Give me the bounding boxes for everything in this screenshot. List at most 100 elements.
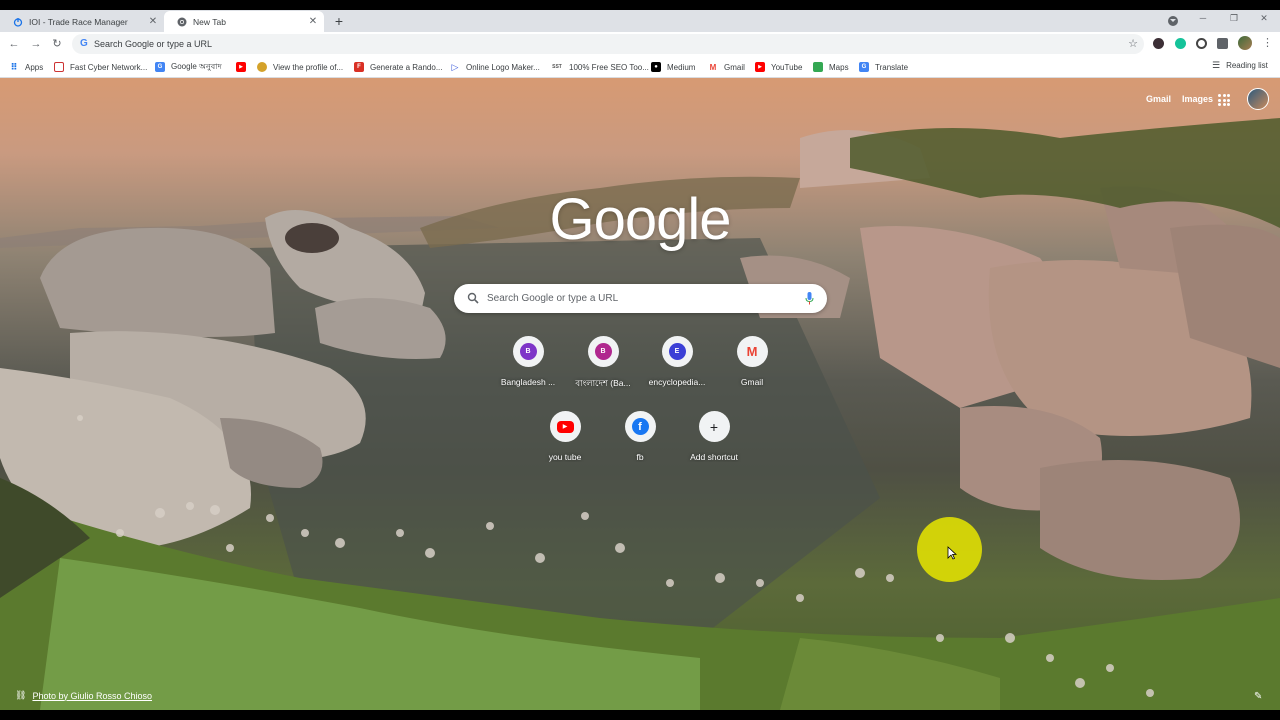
- extension-k-icon[interactable]: [1153, 38, 1164, 49]
- shortcut-fb[interactable]: f fb: [603, 411, 677, 462]
- account-avatar[interactable]: [1247, 88, 1269, 110]
- profile-avatar-icon[interactable]: [1238, 36, 1252, 50]
- logo-maker-icon: ▷: [451, 61, 459, 72]
- fcn-icon: [54, 62, 64, 72]
- images-link[interactable]: Images: [1182, 94, 1213, 104]
- profile-icon: [257, 62, 267, 72]
- search-icon: [467, 292, 479, 304]
- shortcut-tile: B: [512, 336, 544, 367]
- link-icon: ⛓: [15, 690, 27, 700]
- google-translate-icon: G: [155, 62, 165, 72]
- tab-search-icon[interactable]: [1168, 16, 1178, 26]
- bookmark-label: Generate a Rando...: [370, 62, 443, 72]
- shortcut-tile: ▶: [549, 411, 581, 442]
- chrome-menu-icon[interactable]: ⋮: [1262, 36, 1273, 49]
- bookmark-youtube-plain[interactable]: ▶: [236, 60, 252, 74]
- back-icon[interactable]: ←: [7, 36, 21, 52]
- background-photo: [0, 118, 1280, 710]
- bookmark-label: Apps: [25, 62, 44, 72]
- close-window-icon[interactable]: ✕: [1257, 13, 1271, 24]
- shortcut-add[interactable]: + Add shortcut: [677, 411, 751, 462]
- bookmark-medium[interactable]: ● Medium: [651, 60, 695, 74]
- minimize-icon[interactable]: ─: [1196, 13, 1210, 23]
- shortcut-bangladesh-bn[interactable]: B বাংলাদেশ (Ba...: [566, 336, 640, 391]
- tab-title: New Tab: [193, 16, 226, 27]
- shortcut-gmail[interactable]: M Gmail: [715, 336, 789, 387]
- forward-icon[interactable]: →: [29, 36, 43, 52]
- photo-credit[interactable]: ⛓ Photo by Giulio Rosso Chioso: [15, 690, 152, 701]
- tab-new-tab[interactable]: New Tab ✕: [164, 11, 324, 32]
- bookmark-fast-cyber-network[interactable]: Fast Cyber Network...: [54, 60, 147, 74]
- bookmark-label: Gmail: [724, 62, 745, 72]
- bookmark-gmail[interactable]: M Gmail: [708, 60, 745, 74]
- bookmark-youtube[interactable]: ▶ YouTube: [755, 60, 802, 74]
- grammarly-icon[interactable]: [1175, 38, 1186, 49]
- tab-strip: IOI - Trade Race Manager ✕ New Tab ✕ + ─…: [0, 10, 1280, 32]
- plus-icon: +: [709, 418, 719, 435]
- shortcut-label: you tube: [548, 452, 582, 462]
- bookmark-view-profile[interactable]: View the profile of...: [257, 60, 343, 74]
- youtube-icon: ▶: [236, 62, 246, 72]
- toolbar: ← → ↻ G Search Google or type a URL ☆ ⋮: [0, 32, 1280, 56]
- bookmark-maps[interactable]: Maps: [813, 60, 849, 74]
- apps-grid-icon: ⠿: [10, 61, 18, 72]
- bookmark-label: Online Logo Maker...: [466, 62, 540, 72]
- shortcut-tile: M: [736, 336, 768, 367]
- sst-icon: SST: [552, 64, 562, 70]
- shortcut-label: বাংলাদেশ (Ba...: [575, 378, 631, 388]
- bookmark-generate-random[interactable]: F Generate a Rando...: [354, 60, 443, 74]
- bookmark-google-translate[interactable]: G Google অনুবাদ: [155, 60, 222, 74]
- shortcut-label: Gmail: [740, 377, 764, 387]
- bookmark-label: YouTube: [771, 62, 803, 72]
- extensions-puzzle-icon[interactable]: [1217, 38, 1228, 49]
- letter-b-icon: B: [594, 343, 612, 360]
- shortcut-tile: f: [624, 411, 656, 442]
- reading-list-button[interactable]: ☰ Reading list: [1212, 60, 1268, 71]
- browser-window: IOI - Trade Race Manager ✕ New Tab ✕ + ─…: [0, 10, 1280, 710]
- new-tab-page: Gmail Images Google Search Google or typ…: [0, 78, 1280, 710]
- bookmark-label: Maps: [829, 62, 849, 72]
- microphone-icon[interactable]: [805, 292, 814, 305]
- shortcut-label: encyclopedia...: [648, 377, 706, 387]
- shortcut-bangladesh[interactable]: B Bangladesh ...: [491, 336, 565, 387]
- translate-icon: G: [859, 62, 869, 72]
- bookmark-free-seo-tools[interactable]: SST 100% Free SEO Too...: [551, 60, 649, 74]
- address-bar[interactable]: G Search Google or type a URL ☆: [72, 34, 1144, 54]
- extension-sync-icon[interactable]: [1196, 38, 1207, 49]
- maps-icon: [813, 62, 823, 72]
- shortcut-tile: +: [698, 411, 730, 442]
- gmail-link[interactable]: Gmail: [1146, 94, 1171, 104]
- reload-icon[interactable]: ↻: [50, 36, 64, 52]
- bookmark-apps[interactable]: ⠿ Apps: [9, 60, 43, 74]
- google-logo: Google: [549, 187, 731, 252]
- bookmark-translate[interactable]: G Translate: [859, 60, 908, 74]
- bookmark-label: Translate: [875, 62, 909, 72]
- new-tab-plus-icon[interactable]: +: [332, 13, 346, 29]
- tab-close-icon[interactable]: ✕: [306, 16, 320, 27]
- bookmark-label: Fast Cyber Network...: [70, 62, 148, 72]
- shortcut-label: Add shortcut: [690, 452, 738, 462]
- bookmark-online-logo-maker[interactable]: ▷ Online Logo Maker...: [450, 60, 540, 74]
- bookmark-label: View the profile of...: [273, 62, 344, 72]
- letter-e-icon: E: [668, 343, 686, 360]
- google-g-icon: G: [80, 38, 88, 49]
- facebook-icon: f: [631, 418, 649, 435]
- shortcut-encyclopedia[interactable]: E encyclopedia...: [640, 336, 714, 387]
- chrome-icon: [177, 17, 187, 27]
- reading-list-icon: ☰: [1212, 60, 1221, 70]
- restore-icon[interactable]: ❐: [1227, 13, 1241, 24]
- google-apps-icon[interactable]: [1218, 94, 1230, 106]
- tab-trade-race-manager[interactable]: IOI - Trade Race Manager ✕: [0, 11, 164, 32]
- shortcut-label: fb: [636, 452, 644, 462]
- photo-credit-link[interactable]: Photo by Giulio Rosso Chioso: [32, 691, 152, 701]
- bookmark-star-icon[interactable]: ☆: [1128, 37, 1138, 50]
- power-icon: [13, 17, 23, 27]
- shortcut-you-tube[interactable]: ▶ you tube: [528, 411, 602, 462]
- search-box[interactable]: Search Google or type a URL: [454, 284, 827, 313]
- youtube-icon: ▶: [755, 62, 765, 72]
- search-placeholder: Search Google or type a URL: [487, 293, 619, 304]
- tab-close-icon[interactable]: ✕: [146, 16, 160, 27]
- bookmark-label: 100% Free SEO Too...: [569, 62, 649, 72]
- customize-pencil-icon[interactable]: ✎: [1254, 691, 1262, 702]
- address-bar-placeholder: Search Google or type a URL: [94, 39, 213, 49]
